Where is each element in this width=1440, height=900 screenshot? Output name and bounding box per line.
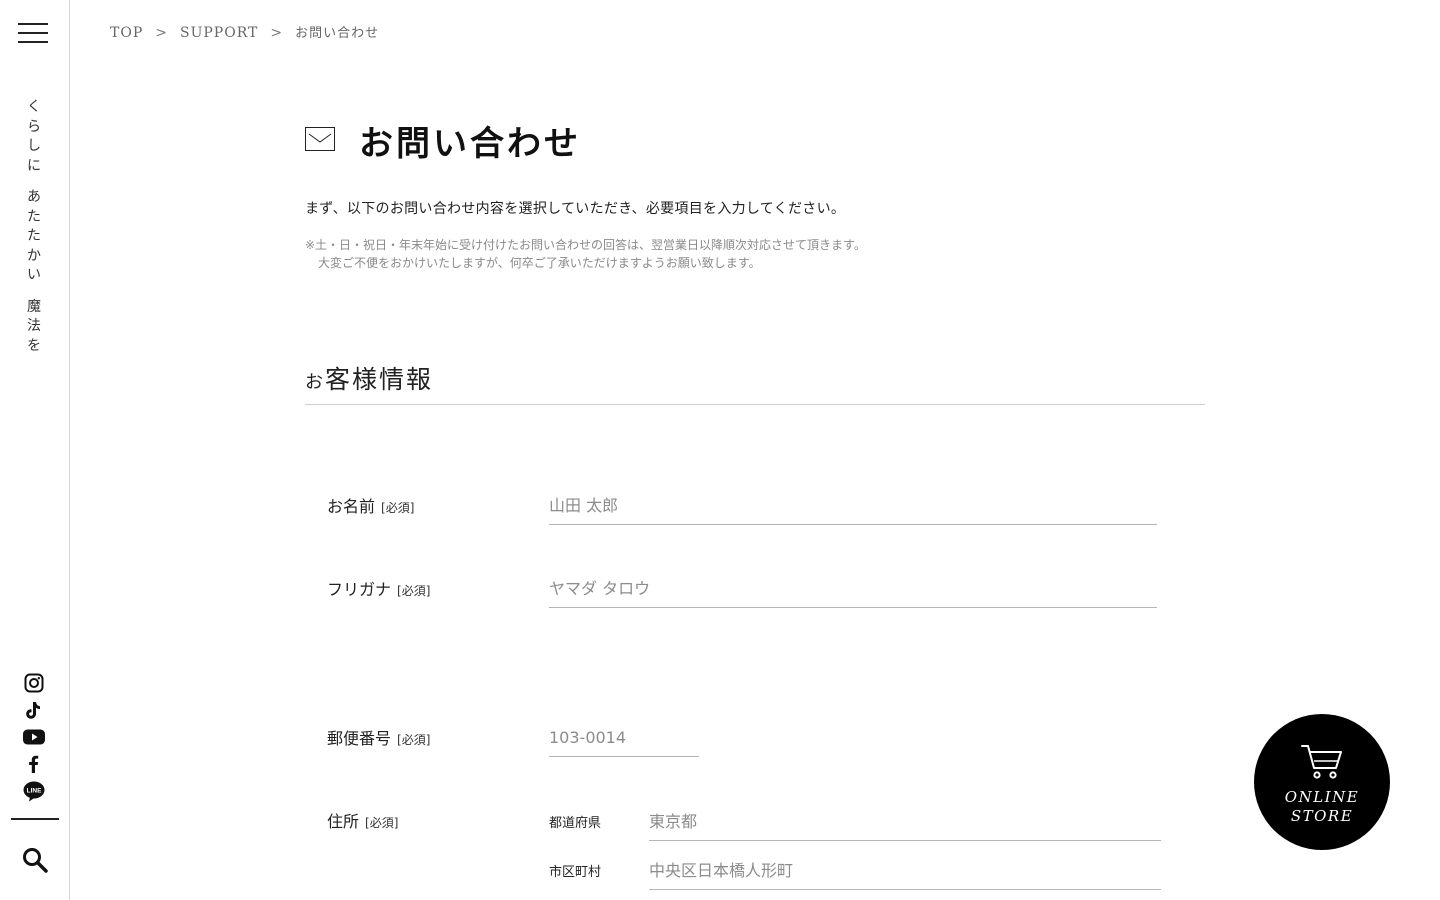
address-label: 住所 [必須] — [327, 808, 398, 832]
city-input[interactable] — [649, 852, 1161, 890]
tagline-group: くらしに — [24, 98, 44, 176]
hamburger-menu-button[interactable] — [18, 22, 48, 46]
tagline-char: ら — [27, 118, 41, 135]
tagline-char: を — [27, 337, 41, 354]
store-label-line2: STORE — [1290, 807, 1354, 825]
youtube-icon[interactable] — [22, 726, 46, 748]
online-store-label: ONLINE STORE — [1254, 788, 1390, 826]
required-mark: [必須] — [397, 733, 431, 747]
breadcrumb-top-link[interactable]: TOP — [110, 25, 143, 41]
city-label: 市区町村 — [549, 865, 602, 880]
note-line-2: 大変ご不便をおかけいたしますが、何卒ご了承いただけますようお願い致します。 — [318, 256, 761, 270]
online-store-button[interactable]: ONLINE STORE — [1254, 714, 1390, 850]
breadcrumb-separator: > — [270, 25, 284, 41]
tagline-char: 法 — [27, 318, 41, 334]
intro-text: まず、以下のお問い合わせ内容を選択していただき、必要項目を入力してください。 — [305, 201, 846, 217]
tagline-char: し — [27, 138, 41, 154]
tagline-char: た — [27, 208, 41, 225]
tagline-char: あ — [27, 189, 41, 205]
postal-code-label: 郵便番号 [必須] — [327, 725, 430, 749]
sidebar-divider — [11, 818, 59, 820]
social-links: LINE — [22, 672, 48, 807]
note-line-1: ※土・日・祝日・年末年始に受け付けたお問い合わせの回答は、翌営業日以降順次対応さ… — [305, 238, 866, 252]
tagline-group: あたたかい — [24, 188, 44, 286]
business-hours-note: ※土・日・祝日・年末年始に受け付けたお問い合わせの回答は、翌営業日以降順次対応さ… — [305, 236, 866, 272]
postal-code-label-text: 郵便番号 — [327, 729, 392, 748]
section-title-prefix: お — [305, 372, 325, 393]
section-title-rest: 客様情報 — [325, 365, 434, 394]
breadcrumb-support-link[interactable]: SUPPORT — [180, 25, 258, 41]
required-mark: [必須] — [365, 816, 399, 830]
tagline-char: く — [27, 99, 41, 115]
mail-icon — [305, 127, 335, 151]
section-title: お客様情報 — [305, 360, 1205, 396]
breadcrumb-separator: > — [155, 25, 168, 41]
tagline-char: か — [27, 247, 41, 264]
tagline-char: に — [27, 157, 41, 174]
furigana-label-text: フリガナ — [327, 580, 392, 599]
tagline-char: た — [27, 228, 41, 244]
name-label-text: お名前 — [327, 497, 376, 516]
cart-icon — [1301, 745, 1342, 779]
store-label-line1: ONLINE — [1284, 788, 1360, 806]
address-label-text: 住所 — [327, 812, 360, 831]
postal-code-input[interactable] — [549, 719, 699, 757]
tiktok-icon[interactable] — [22, 699, 46, 721]
customer-info-section: お客様情報 — [305, 360, 1205, 405]
required-mark: [必須] — [381, 501, 415, 515]
required-mark: [必須] — [397, 584, 431, 598]
furigana-label: フリガナ [必須] — [327, 576, 430, 600]
tagline-char: い — [27, 267, 41, 283]
menu-line — [18, 23, 48, 25]
furigana-input[interactable] — [549, 570, 1157, 608]
vertical-tagline: くらしにあたたかい魔法を — [24, 98, 44, 368]
name-input[interactable] — [549, 487, 1157, 525]
sidebar: くらしにあたたかい魔法を LINE — [0, 0, 70, 900]
instagram-icon[interactable] — [22, 672, 46, 694]
breadcrumb-current: お問い合わせ — [295, 26, 380, 41]
breadcrumb: TOP > SUPPORT > お問い合わせ — [110, 22, 379, 41]
tagline-group: 魔法を — [24, 298, 44, 357]
search-button[interactable] — [21, 846, 49, 874]
prefecture-label: 都道府県 — [549, 816, 602, 831]
search-icon — [23, 848, 48, 873]
tagline-char: 魔 — [27, 298, 41, 315]
menu-line — [18, 32, 48, 34]
line-icon[interactable]: LINE — [22, 780, 46, 802]
menu-line — [18, 41, 48, 43]
page-title: お問い合わせ — [359, 124, 581, 164]
name-label: お名前 [必須] — [327, 493, 414, 517]
facebook-icon[interactable] — [22, 753, 46, 775]
prefecture-input[interactable] — [649, 803, 1161, 841]
line-icon-text: LINE — [27, 788, 42, 795]
